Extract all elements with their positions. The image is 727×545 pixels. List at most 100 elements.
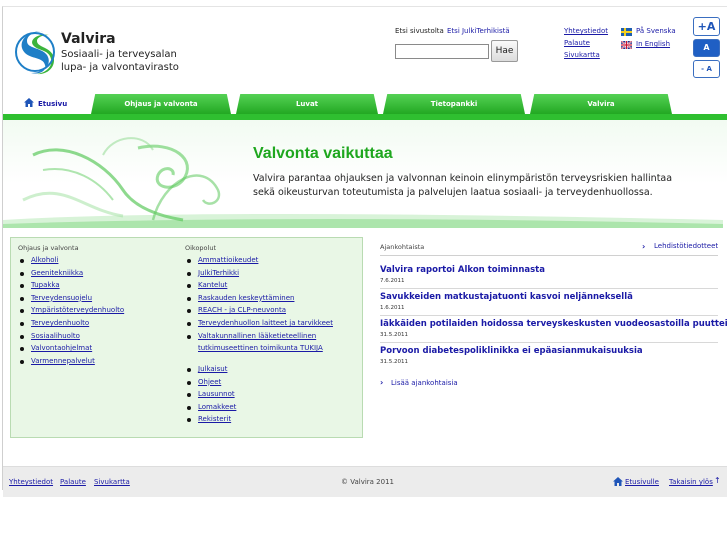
list-item: Terveydenhuolto xyxy=(19,317,124,330)
link-rekisterit[interactable]: Rekisterit xyxy=(198,415,231,423)
quick-links-box: Ohjaus ja valvonta Alkoholi Geenitekniik… xyxy=(10,237,363,438)
list-item: Valtakunnallinen lääketieteellinen tutkim… xyxy=(186,330,333,355)
news-item-title[interactable]: Valvira raportoi Alkon toiminnasta xyxy=(380,265,545,275)
font-normal-button[interactable]: A xyxy=(693,39,720,57)
link-julkiterhikki[interactable]: JulkiTerhikki xyxy=(198,269,239,277)
link-alkoholi[interactable]: Alkoholi xyxy=(31,256,58,264)
tab-tietopankki[interactable]: Tietopankki xyxy=(383,94,525,114)
news-item-date: 7.6.2011 xyxy=(380,278,405,284)
uk-flag-icon xyxy=(621,41,632,49)
news-item-date: 1.6.2011 xyxy=(380,305,405,311)
list-item: Kantelut xyxy=(186,279,333,292)
link-reach-clp[interactable]: REACH - ja CLP-neuvonta xyxy=(198,306,286,314)
news-heading: Ajankohtaista xyxy=(380,243,425,251)
list-item: Ohjeet xyxy=(186,376,236,389)
back-to-top-link[interactable]: Takaisin ylös xyxy=(669,478,713,486)
list-item: Sosiaalihuolto xyxy=(19,330,124,343)
quick-links-col2-heading: Oikopolut xyxy=(185,244,217,252)
news-item: Iäkkäiden potilaiden hoidossa terveyskes… xyxy=(380,316,727,343)
tab-ohjaus-ja-valvonta[interactable]: Ohjaus ja valvonta xyxy=(91,94,231,114)
link-kantelut[interactable]: Kantelut xyxy=(198,281,227,289)
tab-valvira[interactable]: Valvira xyxy=(530,94,672,114)
hero-title: Valvonta vaikuttaa xyxy=(253,145,393,162)
hero-description: Valvira parantaa ohjauksen ja valvonnan … xyxy=(253,173,673,198)
news-item: Porvoon diabetespoliklinikka ei epäasian… xyxy=(380,343,718,370)
logo-name: Valvira xyxy=(61,31,116,47)
list-item: Rekisterit xyxy=(186,413,236,426)
link-valvontaohjelmat[interactable]: Valvontaohjelmat xyxy=(31,344,92,352)
link-terveydensuojelu[interactable]: Terveydensuojelu xyxy=(31,294,92,302)
chevron-right-icon: › xyxy=(642,242,646,251)
link-lausunnot[interactable]: Lausunnot xyxy=(198,390,235,398)
news-item-date: 31.5.2011 xyxy=(380,359,408,365)
link-julkaisut[interactable]: Julkaisut xyxy=(198,365,227,373)
language-swedish-link[interactable]: På Svenska xyxy=(636,27,676,35)
news-item-title[interactable]: Porvoon diabetespoliklinikka ei epäasian… xyxy=(380,346,643,356)
footer-home-link[interactable]: Etusivulle xyxy=(625,478,659,486)
more-news-link[interactable]: Lisää ajankohtaisia xyxy=(391,379,458,387)
list-item: Ympäristöterveydenhuolto xyxy=(19,304,124,317)
list-item: Alkoholi xyxy=(19,254,124,267)
sweden-flag-icon xyxy=(621,28,632,36)
news-item-title[interactable]: Iäkkäiden potilaiden hoidossa terveyskes… xyxy=(380,319,727,329)
main-navigation: Etusivu Ohjaus ja valvonta Luvat Tietopa… xyxy=(3,92,727,120)
hero-banner: Valvonta vaikuttaa Valvira parantaa ohja… xyxy=(3,120,727,228)
arrow-up-icon: ↑ xyxy=(714,476,721,485)
divider xyxy=(380,255,718,256)
link-ymparistoterveydenhuolto[interactable]: Ympäristöterveydenhuolto xyxy=(31,306,124,314)
site-header: Valvira Sosiaali- ja terveysalan lupa- j… xyxy=(3,7,727,87)
link-terveydenhuollon-laitteet[interactable]: Terveydenhuollon laitteet ja tarvikkeet xyxy=(198,319,333,327)
list-item: Valvontaohjelmat xyxy=(19,342,124,355)
list-item: REACH - ja CLP-neuvonta xyxy=(186,304,333,317)
footer-link-sitemap[interactable]: Sivukartta xyxy=(94,478,130,486)
news-item-title[interactable]: Savukkeiden matkustajatuonti kasvoi nelj… xyxy=(380,292,633,302)
quick-links-col1-heading: Ohjaus ja valvonta xyxy=(18,244,79,252)
footer-link-feedback[interactable]: Palaute xyxy=(60,478,86,486)
list-item: JulkiTerhikki xyxy=(186,267,333,280)
list-item: Terveydensuojelu xyxy=(19,292,124,305)
search-button[interactable]: Hae xyxy=(491,40,518,62)
logo-subtitle-line2: lupa- ja valvontavirasto xyxy=(61,62,179,73)
link-terveydenhuolto[interactable]: Terveydenhuolto xyxy=(31,319,89,327)
valvira-logo-icon[interactable] xyxy=(13,27,57,77)
link-ammattioikeudet[interactable]: Ammattioikeudet xyxy=(198,256,258,264)
news-item: Valvira raportoi Alkon toiminnasta 7.6.2… xyxy=(380,262,718,289)
link-tupakka[interactable]: Tupakka xyxy=(31,281,60,289)
link-geenitekniikka[interactable]: Geenitekniikka xyxy=(31,269,83,277)
page: Valvira Sosiaali- ja terveysalan lupa- j… xyxy=(0,0,727,545)
header-link-sitemap[interactable]: Sivukartta xyxy=(564,51,600,59)
chevron-right-icon: › xyxy=(380,378,384,387)
nav-home-link[interactable]: Etusivu xyxy=(38,100,67,108)
font-decrease-button[interactable]: - A xyxy=(693,60,720,78)
press-releases-link[interactable]: Lehdistötiedotteet xyxy=(654,242,718,250)
list-item: Varmennepalvelut xyxy=(19,355,124,368)
tab-luvat[interactable]: Luvat xyxy=(236,94,378,114)
list-item: Terveydenhuollon laitteet ja tarvikkeet xyxy=(186,317,333,330)
header-link-contact[interactable]: Yhteystiedot xyxy=(564,27,608,35)
link-sosiaalihuolto[interactable]: Sosiaalihuolto xyxy=(31,332,80,340)
search-julkiterhikki-link[interactable]: Etsi JulkiTerhikistä xyxy=(447,27,510,35)
logo-subtitle-line1: Sosiaali- ja terveysalan xyxy=(61,49,177,60)
home-icon xyxy=(613,477,623,486)
header-link-feedback[interactable]: Palaute xyxy=(564,39,590,47)
list-item: Ammattioikeudet xyxy=(186,254,333,267)
link-ohjeet[interactable]: Ohjeet xyxy=(198,378,221,386)
link-tukija-cont[interactable]: tutkimuseettinen toimikunta TUKIJA xyxy=(198,344,323,352)
link-lomakkeet[interactable]: Lomakkeet xyxy=(198,403,236,411)
quick-links-col2-list: Ammattioikeudet JulkiTerhikki Kantelut R… xyxy=(186,254,333,355)
search-label: Etsi sivustolta xyxy=(395,27,444,35)
list-item: Geenitekniikka xyxy=(19,267,124,280)
page-frame: Valvira Sosiaali- ja terveysalan lupa- j… xyxy=(2,6,727,497)
list-item: Raskauden keskeyttäminen xyxy=(186,292,333,305)
list-item: Julkaisut xyxy=(186,363,236,376)
home-icon xyxy=(24,98,34,107)
language-english-link[interactable]: In English xyxy=(636,40,670,48)
search-input[interactable] xyxy=(395,44,489,59)
site-footer: Yhteystiedot Palaute Sivukartta © Valvir… xyxy=(3,466,727,497)
link-tukija[interactable]: Valtakunnallinen lääketieteellinen xyxy=(198,332,316,340)
font-increase-button[interactable]: +A xyxy=(693,17,720,36)
link-raskauden-keskeyttaminen[interactable]: Raskauden keskeyttäminen xyxy=(198,294,294,302)
footer-link-contact[interactable]: Yhteystiedot xyxy=(9,478,53,486)
link-varmennepalvelut[interactable]: Varmennepalvelut xyxy=(31,357,95,365)
quick-links-col2-list-b: Julkaisut Ohjeet Lausunnot Lomakkeet Rek… xyxy=(186,363,236,426)
